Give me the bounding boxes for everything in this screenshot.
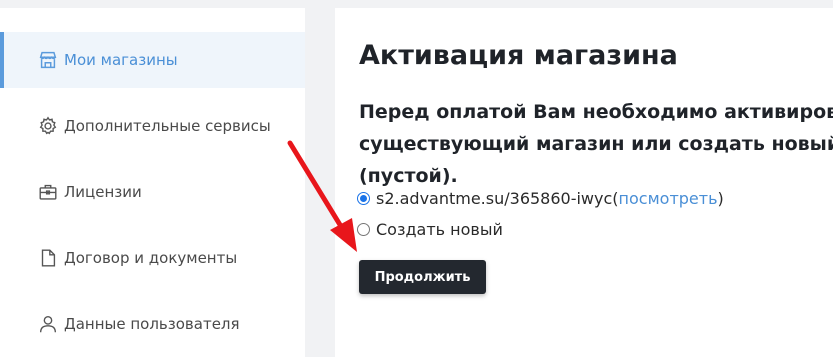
option-create-new-label: Создать новый [376,220,503,239]
gear-icon [36,114,60,138]
sidebar-item-label: Данные пользователя [64,315,240,333]
sidebar-item-contract-documents[interactable]: Договор и документы [0,230,305,286]
page-title: Активация магазина [359,40,678,71]
radio-create-new[interactable] [357,223,370,236]
sidebar-item-label: Мои магазины [64,51,178,69]
option-existing-store[interactable]: s2.advantme.su/365860-iwyc (посмотреть) [357,189,724,208]
store-icon [36,48,60,72]
sidebar-item-additional-services[interactable]: Дополнительные сервисы [0,98,305,154]
sidebar-item-label: Дополнительные сервисы [64,117,271,135]
document-icon [36,246,60,270]
view-store-link[interactable]: посмотреть [619,189,718,208]
sidebar: Мои магазины Дополнительные сервисы Лице… [0,8,305,357]
sidebar-item-label: Лицензии [64,183,142,201]
main-panel: Активация магазина Перед оплатой Вам нео… [335,8,833,357]
sidebar-item-label: Договор и документы [64,249,238,267]
radio-existing-store[interactable] [357,192,370,205]
link-paren-close: ) [717,189,724,208]
option-create-new[interactable]: Создать новый [357,220,503,239]
page-subtitle: Перед оплатой Вам необходимо активироват… [359,101,833,187]
briefcase-icon [36,180,60,204]
sidebar-item-user-data[interactable]: Данные пользователя [0,296,305,352]
user-icon [36,312,60,336]
option-existing-store-label: s2.advantme.su/365860-iwyc [376,189,613,208]
sidebar-item-my-stores[interactable]: Мои магазины [0,32,305,88]
continue-button[interactable]: Продолжить [359,260,486,294]
sidebar-item-licenses[interactable]: Лицензии [0,164,305,220]
